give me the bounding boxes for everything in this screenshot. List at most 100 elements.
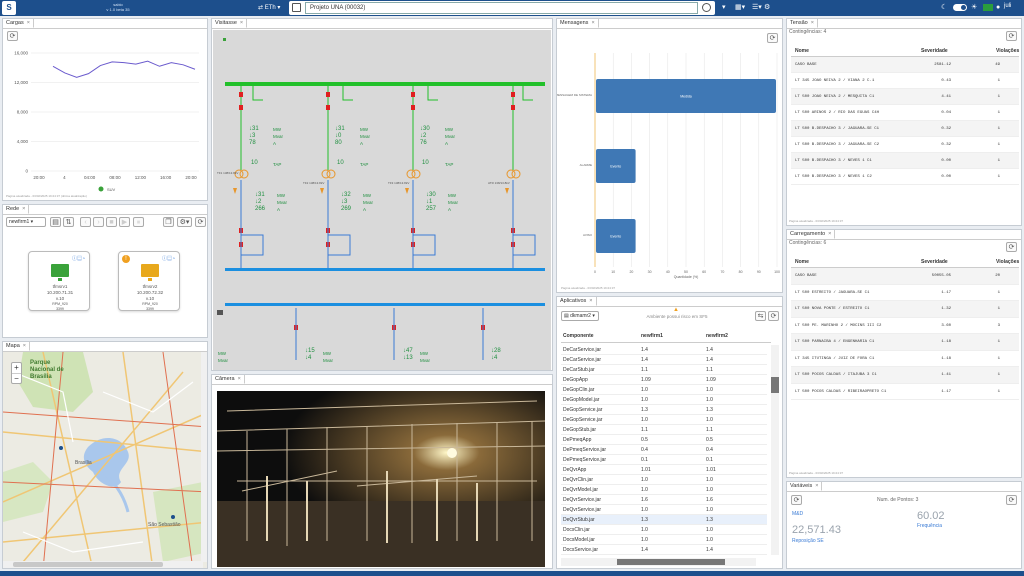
col-header[interactable]: Severidade bbox=[921, 256, 948, 268]
moon-icon[interactable]: ☾ bbox=[941, 4, 947, 12]
col-header[interactable]: Nome bbox=[795, 45, 809, 57]
refresh-button[interactable]: ⟳ bbox=[768, 311, 779, 321]
grid-icon[interactable] bbox=[292, 3, 301, 12]
map-scrollbar[interactable] bbox=[201, 352, 207, 562]
tab-tensao[interactable]: Tensão × bbox=[787, 19, 818, 28]
pause-icon[interactable]: ⏸ bbox=[133, 217, 144, 227]
compare-icon[interactable]: ⇆ bbox=[755, 311, 766, 321]
zoom-in-button[interactable]: + bbox=[12, 363, 21, 374]
table-row[interactable]: LT 500 B.DESPACHO 3 / NEVES 1 C2 0.00 1 bbox=[791, 169, 1019, 185]
zoom-out-button[interactable]: − bbox=[12, 374, 21, 384]
refresh-button[interactable]: ⟳ bbox=[1006, 31, 1017, 41]
user-icon[interactable]: ● bbox=[996, 4, 1000, 12]
table-row[interactable]: LT 500 PE. MARINHO 2 / MOCINS III C2 3.60… bbox=[791, 318, 1019, 334]
language-flag-icon[interactable] bbox=[983, 4, 993, 11]
theme-toggle[interactable] bbox=[953, 4, 967, 11]
table-row[interactable]: LT 500 PARNAIBA 4 / ENGENHARIA C1 1.18 1 bbox=[791, 334, 1019, 351]
table-row[interactable]: DeGopApp 1.09 1.09 bbox=[561, 375, 767, 385]
forward-icon[interactable]: › bbox=[93, 217, 104, 227]
refresh-button[interactable]: ⟳ bbox=[1006, 242, 1017, 252]
sun-icon[interactable]: ☀ bbox=[971, 4, 977, 12]
tab-rede[interactable]: Rede × bbox=[3, 205, 30, 214]
table-row[interactable]: DeQvrApp 1.01 1.01 bbox=[561, 465, 767, 475]
table-row[interactable]: LT 500 POCOS CALDAS / ITAJUBA 3 C1 1.41 1 bbox=[791, 367, 1019, 384]
table-row[interactable]: LT 345 ITUTINGA / JUIZ DE FORA C1 1.18 1 bbox=[791, 351, 1019, 367]
table-row[interactable]: DeQvrModel.jar 1.0 1.0 bbox=[561, 485, 767, 495]
col-header[interactable]: Violações bbox=[996, 256, 1019, 268]
sort-icon[interactable]: ⇅ bbox=[63, 217, 74, 227]
table-row[interactable]: LT 500 ESTREITO / JAGUARA-SE C1 1.17 1 bbox=[791, 285, 1019, 301]
refresh-button[interactable]: ⟳ bbox=[195, 217, 206, 227]
play-icon[interactable]: ▶ bbox=[119, 217, 130, 227]
list-icon[interactable]: ☰▾ bbox=[752, 4, 762, 12]
server-select[interactable]: newfirm1 ▾ bbox=[6, 217, 46, 227]
table-row[interactable]: LT 500 B.DESPACHO 3 / JAGUARA-SE C2 0.32 1 bbox=[791, 137, 1019, 153]
map-hscrollbar[interactable] bbox=[3, 561, 203, 568]
table-row[interactable]: LT 345 JOAO NEIVA 2 / VIANA 2 C.1 0.43 1 bbox=[791, 73, 1019, 89]
apps-hscrollbar[interactable] bbox=[561, 558, 756, 566]
user-name[interactable]: juli bbox=[1004, 3, 1011, 9]
eth-selector[interactable]: ⇄ ETh ▾ bbox=[258, 4, 280, 11]
tab-visitasse[interactable]: Visitasse × bbox=[212, 19, 248, 28]
tab-cargas[interactable]: Cargas × bbox=[3, 19, 34, 28]
tab-camera[interactable]: Câmera × bbox=[212, 375, 245, 384]
back-icon[interactable]: ‹ bbox=[80, 217, 91, 227]
table-row[interactable]: DeGopStub.jar 1.1 1.1 bbox=[561, 425, 767, 435]
table-row[interactable]: DocsModel.jar 1.0 1.0 bbox=[561, 535, 767, 545]
table-row[interactable]: LT 500 NOVA PONTE / ESTREITO C1 1.32 1 bbox=[791, 301, 1019, 318]
apps-vscrollbar[interactable] bbox=[771, 345, 779, 555]
tab-mapa[interactable]: Mapa × bbox=[3, 342, 30, 351]
table-row[interactable]: DeGopService.jar 1.0 1.0 bbox=[561, 415, 767, 425]
table-row[interactable]: DePmeqApp 0.5 0.5 bbox=[561, 435, 767, 445]
server-node[interactable]: ! ⓘ▤◔ tfmsrv2 10.200.72.32 v.10 RPM_920 … bbox=[118, 251, 180, 311]
col-header[interactable]: Nome bbox=[795, 256, 809, 268]
table-row[interactable]: DeGopService.jar 1.3 1.3 bbox=[561, 405, 767, 415]
table-row[interactable]: CASO BASE 2581.12 49 bbox=[791, 57, 1019, 73]
info-icon[interactable]: ⓘ▤◔ bbox=[162, 255, 175, 262]
table-row[interactable]: DeCarService.jar 1.4 1.4 bbox=[561, 355, 767, 365]
gear-icon[interactable]: ⚙▾ bbox=[177, 217, 192, 227]
camera-feed[interactable] bbox=[217, 391, 545, 567]
document-icon[interactable]: ▤ bbox=[50, 217, 61, 227]
server-node[interactable]: ⓘ▤◔ tfmsrv1 10.200.71.31 v.10 RPM_920 33… bbox=[28, 251, 90, 311]
table-row[interactable]: CASO BASE 50055.05 20 bbox=[791, 268, 1019, 285]
tab-mensagens[interactable]: Mensagens × bbox=[557, 19, 599, 28]
col-header[interactable]: Severidade bbox=[921, 45, 948, 57]
table-row[interactable]: DeCarService.jar 1.4 1.4 bbox=[561, 345, 767, 355]
refresh-button[interactable]: ⟳ bbox=[7, 31, 18, 41]
copy-icon[interactable]: ❐ bbox=[163, 217, 174, 227]
info-icon[interactable]: ⓘ▤◔ bbox=[72, 255, 85, 262]
table-row[interactable]: LT 500 JOAO NEIVA 2 / MESQUITA C1 4.41 1 bbox=[791, 89, 1019, 105]
table-row[interactable]: LT 500 ARINOS 2 / RIO DAS EGUAS C4H 0.04 1 bbox=[791, 105, 1019, 121]
table-row[interactable]: LT 500 B.DESPACHO 3 / JAGUARA-SE C1 0.32 1 bbox=[791, 121, 1019, 137]
table-row[interactable]: DeQvrStub.jar 1.3 1.3 bbox=[561, 515, 767, 525]
tab-carregamento[interactable]: Carregamento × bbox=[787, 230, 836, 239]
table-row[interactable]: DocsClin.jar 1.0 1.0 bbox=[561, 525, 767, 535]
table-row[interactable]: DeQvrClin.jar 1.0 1.0 bbox=[561, 475, 767, 485]
app-server-select[interactable]: ▤ dkmamr2 ▾ bbox=[561, 311, 599, 321]
table-row[interactable]: DePmeqService.jar 0.1 0.1 bbox=[561, 455, 767, 465]
table-row[interactable]: DeCarStub.jar 1.1 1.1 bbox=[561, 365, 767, 375]
table-row[interactable]: DocsService.jar 1.4 1.4 bbox=[561, 545, 767, 555]
settings-icon[interactable]: ⚙ bbox=[764, 4, 770, 12]
col-header[interactable]: Violações bbox=[996, 45, 1019, 57]
history-icon[interactable] bbox=[702, 3, 711, 12]
tab-variaveis[interactable]: Variáveis × bbox=[787, 482, 823, 491]
table-row[interactable]: LT 500 B.DESPACHO 3 / NEVES 1 C1 0.00 1 bbox=[791, 153, 1019, 169]
table-row[interactable]: LT 500 POCOS CALDAS / RIBEIRAOPRETO C1 1.… bbox=[791, 384, 1019, 400]
table-row[interactable]: DeGopModel.jar 1.0 1.0 bbox=[561, 395, 767, 405]
layout-icon[interactable]: ▦▾ bbox=[735, 4, 745, 12]
filter-icon[interactable]: ▾ bbox=[722, 4, 726, 12]
table-row[interactable]: DePmeqService.jar 0.4 0.4 bbox=[561, 445, 767, 455]
map-canvas[interactable] bbox=[3, 352, 208, 569]
table-row[interactable]: DeQvrService.jar 1.6 1.6 bbox=[561, 495, 767, 505]
stop-icon[interactable]: ■ bbox=[106, 217, 117, 227]
table-row[interactable]: DeGopClin.jar 1.0 1.0 bbox=[561, 385, 767, 395]
project-field[interactable]: Projeto UNA (00032) bbox=[305, 2, 698, 14]
single-line-diagram[interactable]: ↓31 ↓3 78 10 ↓31 ↓2 266 ↓31 ↓0 80 10 ↓32 ↓3 269 … bbox=[213, 30, 551, 370]
app-logo[interactable]: S bbox=[2, 1, 16, 15]
tab-aplicativos[interactable]: Aplicativos × bbox=[557, 297, 597, 306]
refresh-button[interactable]: ⟳ bbox=[791, 495, 802, 505]
refresh-button[interactable]: ⟳ bbox=[1006, 495, 1017, 505]
table-row[interactable]: DeQvrService.jar 1.0 1.0 bbox=[561, 505, 767, 515]
